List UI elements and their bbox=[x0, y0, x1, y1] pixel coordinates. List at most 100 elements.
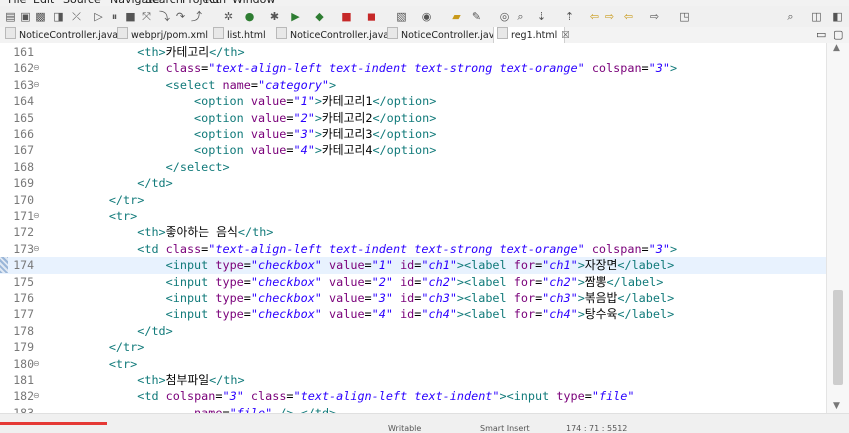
java-perspective-icon[interactable]: ◧ bbox=[831, 10, 844, 23]
code-line[interactable]: 179 </tr> bbox=[0, 339, 826, 355]
fold-toggle-icon[interactable]: ⊖ bbox=[33, 241, 40, 257]
code-line[interactable]: 161 <th>카테고리</th> bbox=[0, 44, 826, 60]
code-line[interactable]: 163 ⊖ <select name="category"> bbox=[0, 77, 826, 93]
bug-icon[interactable]: ✱ bbox=[268, 10, 281, 23]
run-icon[interactable]: ▶ bbox=[289, 10, 302, 23]
step-return-icon[interactable]: ⤴ bbox=[190, 10, 203, 23]
terminate-icon[interactable]: ■ bbox=[124, 10, 137, 23]
pin-editor-icon[interactable]: ◳ bbox=[678, 10, 691, 23]
close-tab-icon[interactable]: ☒ bbox=[561, 30, 570, 41]
code-text[interactable]: </td> bbox=[52, 175, 173, 191]
code-line[interactable]: 170 </tr> bbox=[0, 192, 826, 208]
code-line[interactable]: 174 <input type="checkbox" value="1" id=… bbox=[0, 257, 826, 274]
code-text[interactable]: <th>좋아하는 음식</th> bbox=[52, 224, 273, 240]
tab-reg1-html[interactable]: reg1.html ☒ bbox=[493, 27, 570, 43]
code-text[interactable]: <option value="3">카테고리3</option> bbox=[52, 126, 436, 142]
code-text[interactable]: </select> bbox=[52, 159, 230, 175]
code-text[interactable]: <td colspan="3" class="text-align-left t… bbox=[52, 388, 634, 404]
tab-notice-controller-3[interactable]: NoticeController.java bbox=[384, 27, 500, 43]
new-project-icon[interactable]: ▧ bbox=[395, 10, 408, 23]
fold-toggle-icon[interactable]: ⊖ bbox=[33, 208, 40, 224]
code-text[interactable]: <input type="checkbox" value="3" id="ch3… bbox=[52, 290, 675, 306]
code-text[interactable]: <td class = "text-align-left text-indent t… bbox=[52, 241, 677, 257]
code-text[interactable]: <th>첨부파일</th> bbox=[52, 372, 244, 388]
maximize-icon[interactable]: ▢ bbox=[833, 27, 843, 43]
code-text[interactable]: <tr> bbox=[52, 208, 137, 224]
scrollbar-thumb[interactable] bbox=[833, 290, 843, 385]
open-folder-icon[interactable]: ▰ bbox=[450, 10, 463, 23]
code-line[interactable]: 180 ⊖ <tr> bbox=[0, 356, 826, 372]
code-text[interactable]: <tr> bbox=[52, 356, 137, 372]
code-line[interactable]: 164 <option value="1">카테고리1</option> bbox=[0, 93, 826, 109]
resume-icon[interactable]: ▷ bbox=[92, 10, 105, 23]
code-text[interactable]: name="file" /> </td> bbox=[52, 405, 336, 413]
fold-toggle-icon[interactable]: ⊖ bbox=[33, 77, 40, 93]
external-tools-icon[interactable]: ◼ bbox=[365, 10, 378, 23]
search-file-icon[interactable]: ⌕ bbox=[514, 10, 527, 23]
suspend-icon[interactable]: ⏸ bbox=[108, 10, 121, 23]
code-line[interactable]: 181 <th>첨부파일</th> bbox=[0, 372, 826, 388]
back-icon[interactable]: ⇦ bbox=[622, 10, 635, 23]
minimize-icon[interactable]: ▭ bbox=[816, 27, 826, 43]
code-text[interactable]: <option value="4">카테고리4</option> bbox=[52, 142, 436, 158]
server-icon[interactable]: ● bbox=[243, 10, 256, 23]
code-line[interactable]: 169 </td> bbox=[0, 175, 826, 191]
pen-icon[interactable]: ✎ bbox=[470, 10, 483, 23]
fold-toggle-icon[interactable]: ⊖ bbox=[33, 356, 40, 372]
console-icon[interactable]: ◨ bbox=[52, 10, 65, 23]
forward-edit-icon[interactable]: ⇨ bbox=[603, 10, 616, 23]
code-text[interactable]: <option value="1">카테고리1</option> bbox=[52, 93, 436, 109]
step-into-icon[interactable]: ⤵ bbox=[158, 10, 171, 23]
code-line[interactable]: 167 <option value="4">카테고리4</option> bbox=[0, 142, 826, 158]
disconnect-icon[interactable]: ⤧ bbox=[140, 10, 153, 23]
tab-list-html[interactable]: list.html bbox=[210, 27, 270, 43]
code-line[interactable]: 171 ⊖ <tr> bbox=[0, 208, 826, 224]
next-annotation-icon[interactable]: ⇣ bbox=[535, 10, 548, 23]
code-text[interactable]: <td class = "text-align-left text-indent t… bbox=[52, 60, 677, 76]
back-edit-icon[interactable]: ⇦ bbox=[588, 10, 601, 23]
new-file-icon[interactable]: ▤ bbox=[4, 10, 17, 23]
code-line[interactable]: 172 <th>좋아하는 음식</th> bbox=[0, 224, 826, 240]
step-over-icon[interactable]: ↷ bbox=[174, 10, 187, 23]
code-line[interactable]: 166 <option value="3">카테고리3</option> bbox=[0, 126, 826, 142]
code-text[interactable]: <select name="category"> bbox=[52, 77, 337, 93]
code-line[interactable]: 162 ⊖ <td class = "text-align-left text-ind… bbox=[0, 60, 826, 76]
stop-icon[interactable]: ■ bbox=[340, 10, 353, 23]
search-icon[interactable]: ⌕ bbox=[784, 10, 797, 23]
tab-notice-controller-2[interactable]: NoticeController.java bbox=[273, 27, 389, 43]
scroll-down-icon[interactable]: ▼ bbox=[833, 401, 840, 411]
code-text[interactable]: <option value="2">카테고리2</option> bbox=[52, 110, 436, 126]
code-line[interactable]: 176 <input type="checkbox" value="3" id=… bbox=[0, 290, 826, 306]
scroll-up-icon[interactable]: ▲ bbox=[833, 43, 840, 53]
code-text[interactable]: <th>카테고리</th> bbox=[52, 44, 244, 60]
run-config-icon[interactable]: ◆ bbox=[313, 10, 326, 23]
globe-icon[interactable]: ◎ bbox=[498, 10, 511, 23]
fold-toggle-icon[interactable]: ⊖ bbox=[33, 388, 40, 404]
code-text[interactable]: <input type="checkbox" value="4" id="ch4… bbox=[52, 306, 675, 322]
code-text[interactable]: <input type="checkbox" value="2" id="ch2… bbox=[52, 274, 664, 290]
save-all-icon[interactable]: ▩ bbox=[34, 10, 47, 23]
prev-annotation-icon[interactable]: ⇡ bbox=[563, 10, 576, 23]
debug-mode-icon[interactable]: ✲ bbox=[222, 10, 235, 23]
code-line[interactable]: 168 </select> bbox=[0, 159, 826, 175]
code-text[interactable]: <input type="checkbox" value="1" id="ch1… bbox=[52, 257, 675, 273]
skip-icon[interactable]: ⤫ bbox=[70, 10, 83, 23]
fold-toggle-icon[interactable]: ⊖ bbox=[33, 60, 40, 76]
code-line[interactable]: 177 <input type="checkbox" value="4" id=… bbox=[0, 306, 826, 322]
code-line[interactable]: 175 <input type="checkbox" value="2" id=… bbox=[0, 274, 826, 290]
forward-icon[interactable]: ⇨ bbox=[648, 10, 661, 23]
vertical-scrollbar[interactable]: ▲ ▼ bbox=[826, 43, 849, 413]
code-line[interactable]: 183 name="file" /> </td> bbox=[0, 405, 826, 413]
tab-notice-controller-1[interactable]: NoticeController.java bbox=[2, 27, 118, 43]
code-line[interactable]: 182 ⊖ <td colspan="3" class="text-align-l… bbox=[0, 388, 826, 404]
code-line[interactable]: 173 ⊖ <td class = "text-align-left text-ind… bbox=[0, 241, 826, 257]
code-text[interactable]: </td> bbox=[52, 323, 173, 339]
code-text[interactable]: </tr> bbox=[52, 339, 145, 355]
code-text[interactable]: </tr> bbox=[52, 192, 145, 208]
tab-pom-xml[interactable]: webprj/pom.xml bbox=[114, 27, 209, 43]
save-icon[interactable]: ▣ bbox=[19, 10, 32, 23]
code-line[interactable]: 178 </td> bbox=[0, 323, 826, 339]
perspective-icon[interactable]: ◫ bbox=[810, 10, 823, 23]
new-class-icon[interactable]: ◉ bbox=[420, 10, 433, 23]
code-line[interactable]: 165 <option value="2">카테고리2</option> bbox=[0, 110, 826, 126]
